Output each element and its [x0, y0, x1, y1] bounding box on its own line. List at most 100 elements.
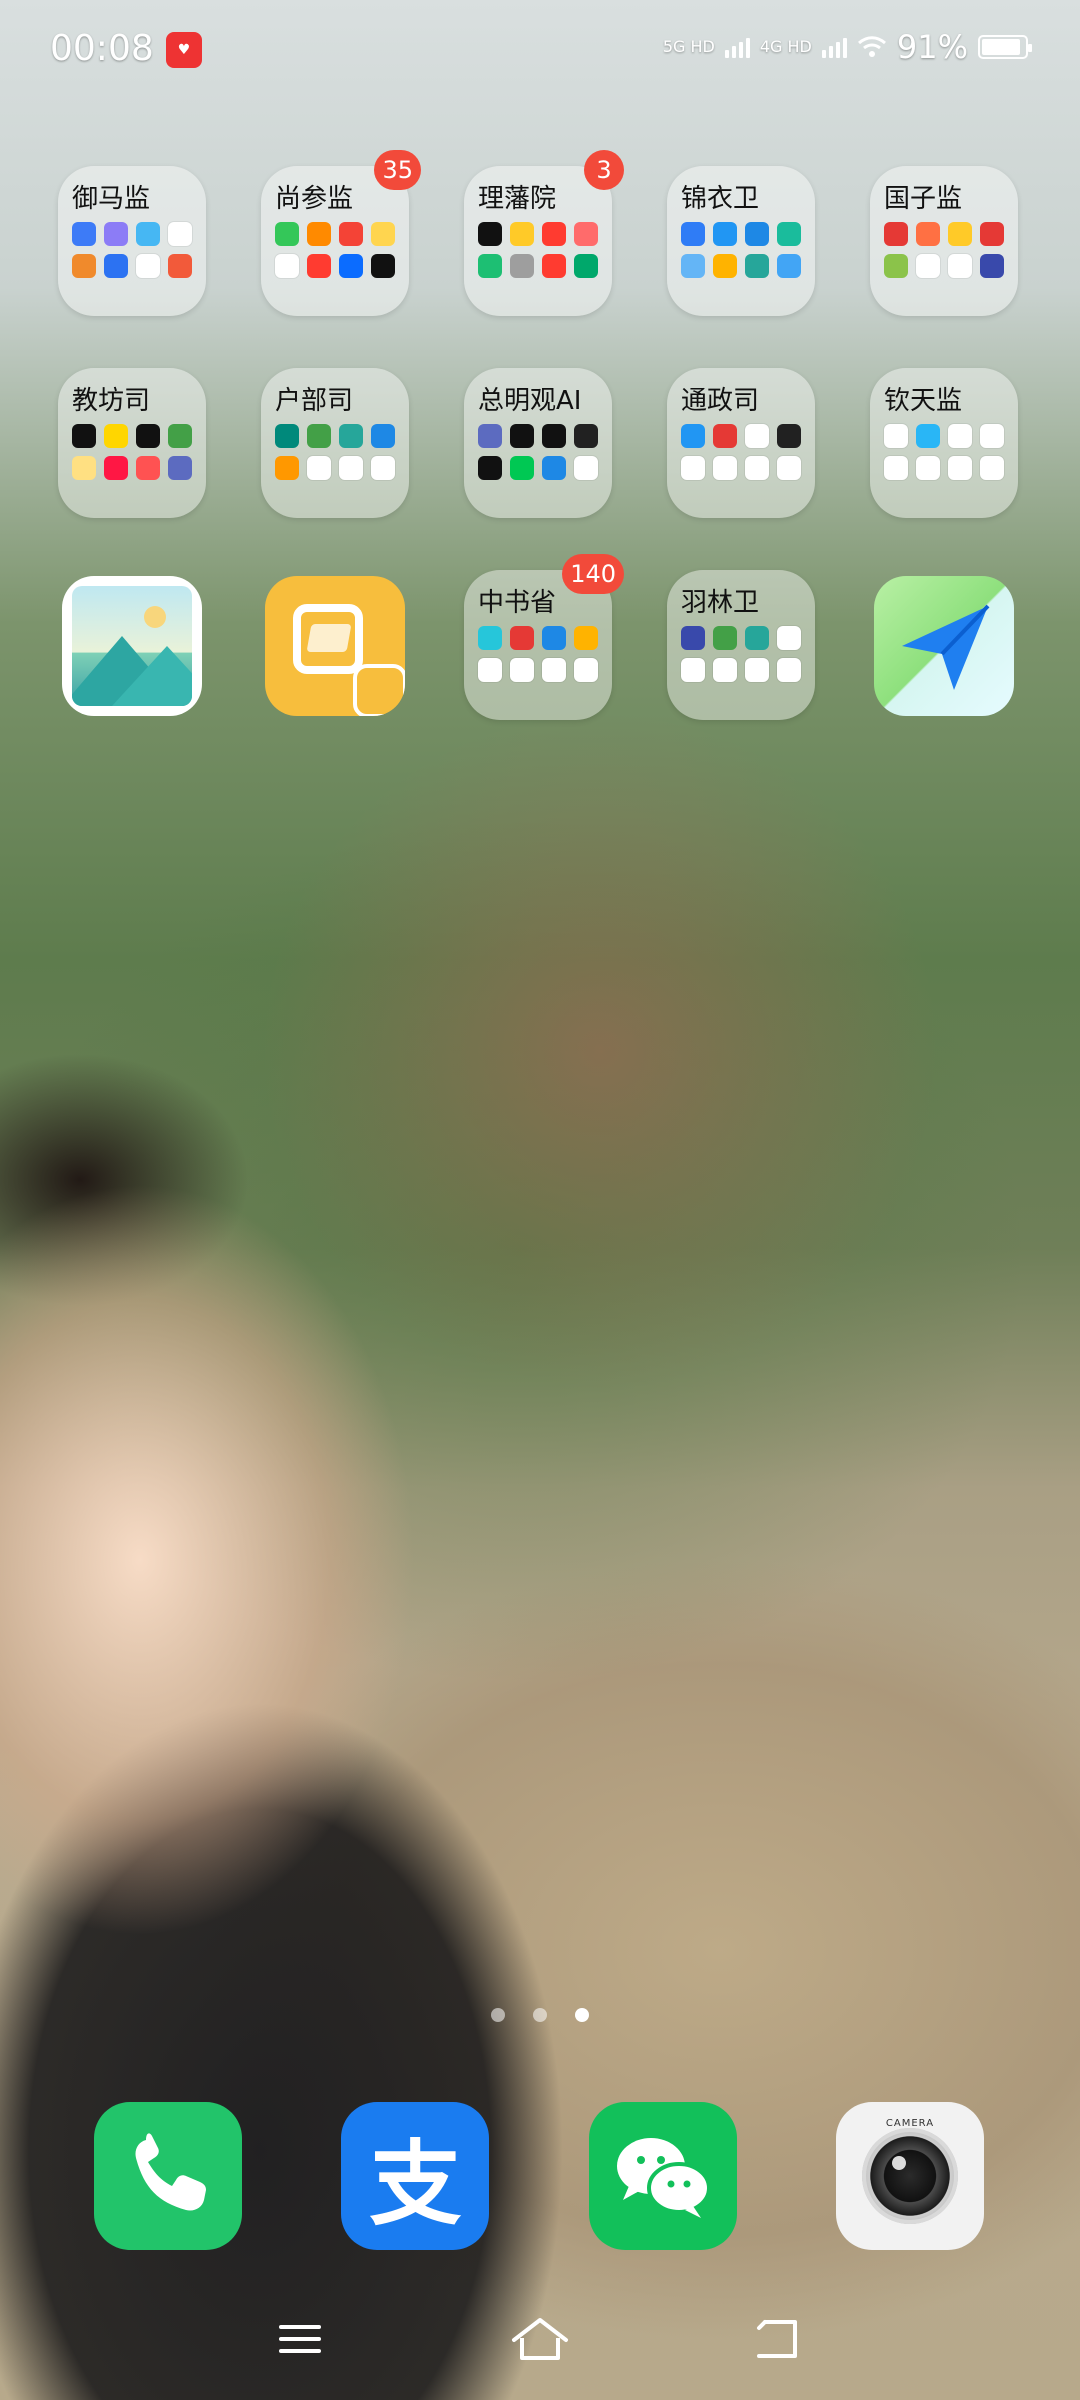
folder-name: 锦衣卫: [681, 184, 760, 214]
folder-app-mini-icon: [574, 658, 598, 682]
menu-nav-button[interactable]: [270, 2314, 330, 2364]
folder-app-mini-icon: [307, 424, 331, 448]
grid-cell: 国子监: [870, 166, 1018, 318]
back-nav-button[interactable]: [750, 2314, 810, 2364]
menu-icon: [279, 2325, 321, 2353]
folder-name: 国子监: [884, 184, 963, 214]
folder-app-mini-icon: [574, 254, 598, 278]
folder-app-mini-icon: [510, 658, 534, 682]
folder-preview-icons: [884, 424, 1004, 480]
status-notification-app-icon: ♥: [166, 32, 202, 68]
folder-app-mini-icon: [777, 456, 801, 480]
folder-app-mini-icon: [574, 222, 598, 246]
maps-icon[interactable]: [874, 576, 1014, 716]
grid-cell: 户部司: [261, 368, 409, 520]
folder-app-mini-icon: [681, 626, 705, 650]
folder-app-mini-icon: [948, 424, 972, 448]
folder-app-mini-icon: [542, 456, 566, 480]
folder-name: 御马监: [72, 184, 151, 214]
folder-app-mini-icon: [478, 626, 502, 650]
app-folder[interactable]: 通政司: [667, 368, 815, 518]
signal-icon: [724, 36, 750, 58]
folder-app-mini-icon: [777, 658, 801, 682]
app-folder[interactable]: 国子监: [870, 166, 1018, 316]
folder-app-mini-icon: [713, 456, 737, 480]
app-folder[interactable]: 教坊司: [58, 368, 206, 518]
app-folder[interactable]: 钦天监: [870, 368, 1018, 518]
folder-app-mini-icon: [510, 254, 534, 278]
folder-app-mini-icon: [980, 254, 1004, 278]
folder-app-mini-icon: [745, 456, 769, 480]
folder-app-mini-icon: [681, 254, 705, 278]
scan-badge: [353, 664, 405, 716]
folder-app-mini-icon: [275, 254, 299, 278]
folder-app-mini-icon: [948, 254, 972, 278]
grid-cell: [261, 570, 409, 722]
navigation-bar: [0, 2300, 1080, 2380]
folder-app-mini-icon: [275, 424, 299, 448]
folder-app-mini-icon: [339, 456, 363, 480]
app-folder[interactable]: 中书省 140: [464, 554, 624, 720]
page-dot[interactable]: [491, 2008, 505, 2022]
folder-preview-icons: [884, 222, 1004, 278]
gallery-icon[interactable]: [62, 576, 202, 716]
home-icon: [512, 2318, 568, 2360]
folder-app-mini-icon: [542, 658, 566, 682]
folder-app-mini-icon: [339, 222, 363, 246]
camera-lens: [861, 2128, 958, 2224]
home-app-grid: 御马监 尚参监 35 理藩院 3 锦衣卫 国子监教坊司 户部司 总明观AI 通政司 钦天监中书省 14…: [58, 150, 1022, 722]
folder-app-mini-icon: [510, 222, 534, 246]
home-nav-button[interactable]: [510, 2314, 570, 2364]
grid-cell: 羽林卫: [667, 570, 815, 722]
folder-app-mini-icon: [510, 424, 534, 448]
folder-app-mini-icon: [745, 424, 769, 448]
page-dot[interactable]: [575, 2008, 589, 2022]
phone-icon[interactable]: [94, 2102, 242, 2250]
folder-name: 羽林卫: [681, 588, 760, 618]
folder-app-mini-icon: [745, 658, 769, 682]
folder-preview-icons: [681, 222, 801, 278]
folder-app-mini-icon: [72, 254, 96, 278]
scanner-icon[interactable]: [265, 576, 405, 716]
folder-app-mini-icon: [275, 456, 299, 480]
app-folder[interactable]: 总明观AI: [464, 368, 612, 518]
folder-app-mini-icon: [777, 254, 801, 278]
folder-app-mini-icon: [542, 254, 566, 278]
app-folder[interactable]: 御马监: [58, 166, 206, 316]
app-folder[interactable]: 锦衣卫: [667, 166, 815, 316]
folder-app-mini-icon: [136, 424, 160, 448]
notification-badge: 35: [374, 150, 421, 190]
folder-app-mini-icon: [745, 626, 769, 650]
folder-name: 尚参监: [275, 184, 354, 214]
battery-fill: [982, 39, 1020, 55]
page-dot[interactable]: [533, 2008, 547, 2022]
app-folder[interactable]: 羽林卫: [667, 570, 815, 720]
folder-app-mini-icon: [948, 222, 972, 246]
folder-app-mini-icon: [339, 254, 363, 278]
folder-app-mini-icon: [948, 456, 972, 480]
folder-app-mini-icon: [371, 424, 395, 448]
folder-app-mini-icon: [136, 222, 160, 246]
folder-preview-icons: [275, 424, 395, 480]
folder-app-mini-icon: [510, 626, 534, 650]
folder-app-mini-icon: [916, 254, 940, 278]
folder-preview-icons: [72, 424, 192, 480]
folder-app-mini-icon: [104, 456, 128, 480]
folder-app-mini-icon: [884, 456, 908, 480]
camera-icon[interactable]: CAMERA: [835, 2102, 984, 2250]
app-folder[interactable]: 户部司: [261, 368, 409, 518]
folder-app-mini-icon: [72, 424, 96, 448]
wechat-icon[interactable]: [588, 2102, 737, 2250]
app-folder[interactable]: 理藩院 3: [464, 150, 624, 316]
app-folder[interactable]: 尚参监 35: [261, 150, 421, 316]
folder-app-mini-icon: [478, 424, 502, 448]
folder-app-mini-icon: [542, 626, 566, 650]
notification-badge: 140: [562, 554, 624, 594]
folder-preview-icons: [681, 424, 801, 480]
folder-app-mini-icon: [777, 626, 801, 650]
grid-cell: 钦天监: [870, 368, 1018, 520]
folder-app-mini-icon: [307, 456, 331, 480]
folder-preview-icons: [72, 222, 192, 278]
alipay-icon[interactable]: 支: [341, 2102, 490, 2250]
folder-app-mini-icon: [371, 254, 395, 278]
